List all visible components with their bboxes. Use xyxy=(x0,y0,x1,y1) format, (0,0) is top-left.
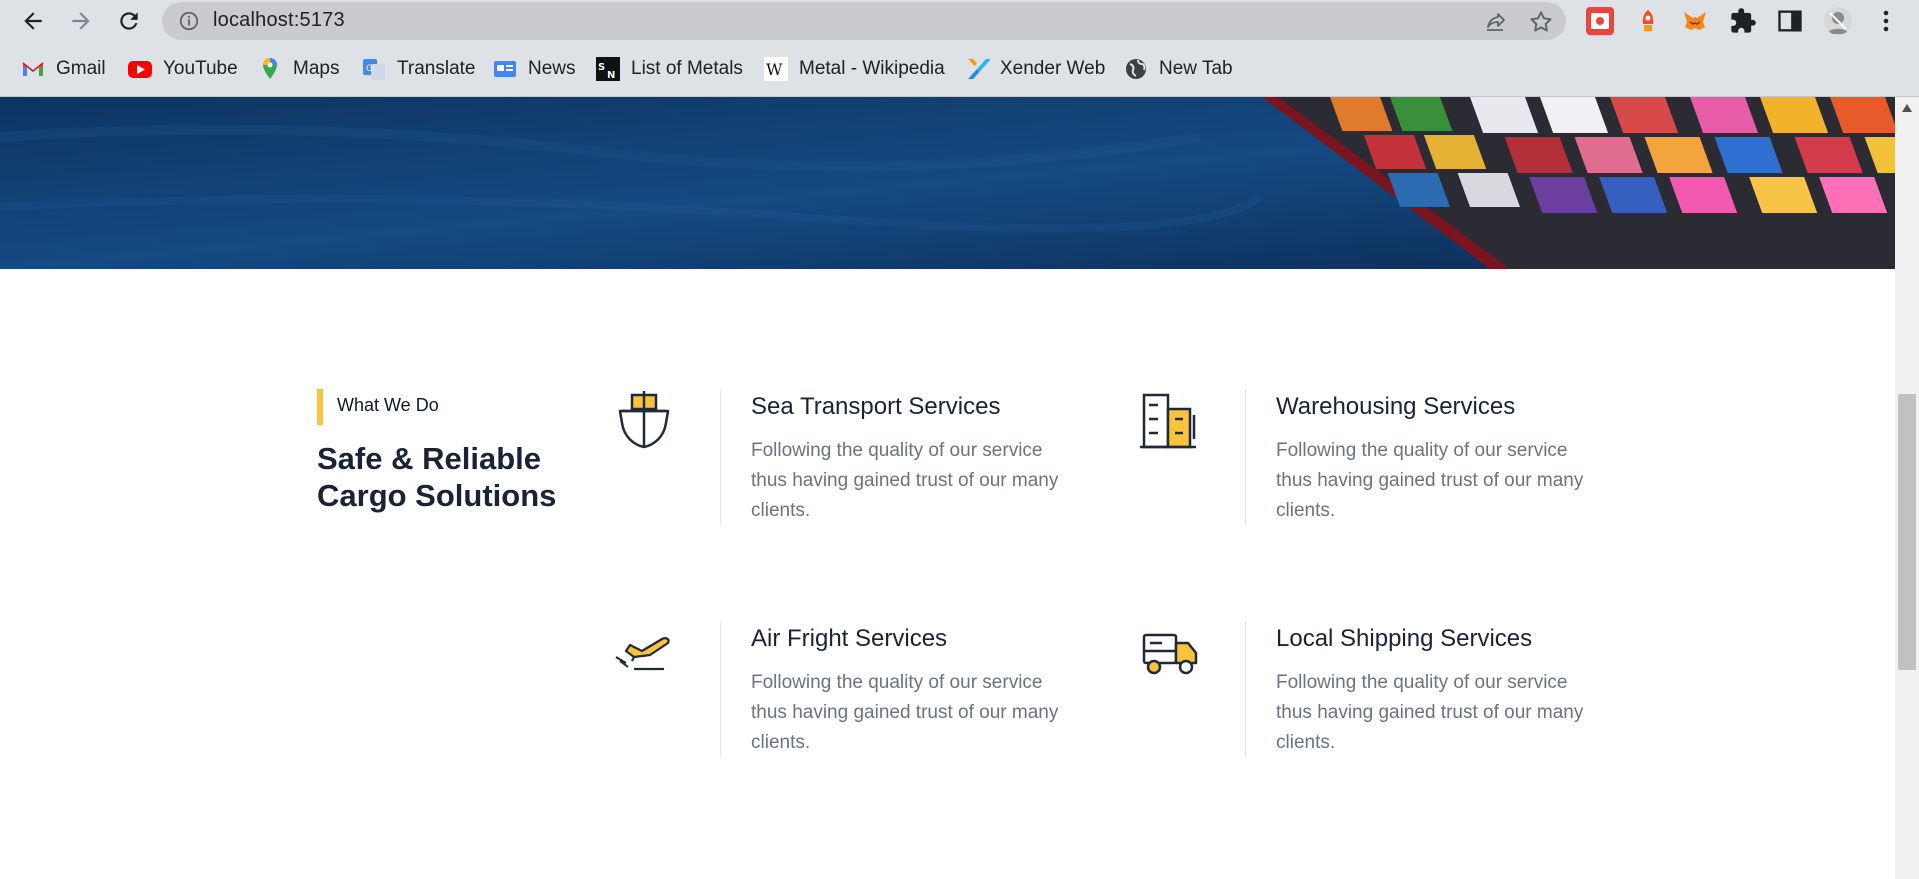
service-title: Sea Transport Services xyxy=(751,393,1001,420)
section-heading: Safe & Reliable Cargo Solutions xyxy=(317,441,557,513)
bookmark-news[interactable]: News xyxy=(492,55,576,83)
bookmark-youtube[interactable]: YouTube xyxy=(127,55,238,83)
maps-icon xyxy=(257,56,283,82)
service-divider xyxy=(720,621,721,757)
svg-text:G: G xyxy=(366,64,373,74)
bookmark-xender-web[interactable]: Xender Web xyxy=(964,55,1105,83)
bookmark-translate[interactable]: G Translate xyxy=(361,55,476,83)
service-title: Local Shipping Services xyxy=(1276,625,1533,652)
cargo-ship-image xyxy=(0,97,1895,269)
back-button[interactable] xyxy=(18,6,48,36)
service-title: Air Fright Services xyxy=(751,625,948,652)
metamask-fox-icon[interactable] xyxy=(1681,7,1709,35)
extensions-puzzle-icon[interactable] xyxy=(1729,7,1757,35)
news-icon xyxy=(492,56,518,82)
hero-image xyxy=(0,97,1895,269)
more-menu-icon[interactable] xyxy=(1876,8,1896,34)
wikipedia-icon: W xyxy=(763,56,789,82)
extension-picture-icon[interactable] xyxy=(1586,7,1614,35)
profile-avatar[interactable] xyxy=(1824,7,1852,35)
section-tag-label: What We Do xyxy=(337,395,439,415)
sn-icon: SN xyxy=(595,56,621,82)
bookmark-maps[interactable]: Maps xyxy=(257,55,339,83)
reload-icon xyxy=(120,12,138,30)
svg-text:W: W xyxy=(766,60,783,79)
info-icon[interactable] xyxy=(178,10,200,32)
truck-icon xyxy=(1138,621,1202,685)
bookmark-list-of-metals[interactable]: SN List of Metals xyxy=(595,55,743,83)
service-description: Following the quality of our service thu… xyxy=(751,440,1059,521)
reload-button[interactable] xyxy=(114,6,144,36)
bookmarks-bar: Gmail YouTube Maps G Translate News SN L… xyxy=(0,42,1919,97)
side-panel-icon[interactable] xyxy=(1776,7,1804,35)
url-text[interactable]: localhost:5173 xyxy=(213,9,345,32)
service-divider xyxy=(720,389,721,525)
extension-rocket-icon[interactable] xyxy=(1634,7,1662,35)
forward-button[interactable] xyxy=(66,6,96,36)
service-divider xyxy=(1245,389,1246,525)
arrow-left-icon xyxy=(24,12,42,30)
gmail-icon xyxy=(20,56,46,82)
page-scrollbar[interactable] xyxy=(1895,97,1919,879)
airplane-icon xyxy=(612,621,676,685)
scrollbar-thumb[interactable] xyxy=(1898,394,1916,670)
ship-icon xyxy=(612,389,676,453)
warehouse-icon xyxy=(1138,389,1202,453)
page-viewport: What We Do Safe & Reliable Cargo Solutio… xyxy=(0,97,1895,879)
scroll-up-arrow-icon[interactable] xyxy=(1901,103,1913,113)
bookmark-star-icon[interactable] xyxy=(1528,9,1554,35)
xender-icon xyxy=(964,56,990,82)
bookmark-gmail[interactable]: Gmail xyxy=(20,55,106,83)
service-description: Following the quality of our service thu… xyxy=(751,672,1059,753)
youtube-icon xyxy=(127,56,153,82)
service-description: Following the quality of our service thu… xyxy=(1276,672,1584,753)
browser-toolbar: localhost:5173 xyxy=(0,0,1919,42)
arrow-right-icon xyxy=(72,12,90,30)
svg-text:S: S xyxy=(598,62,605,73)
service-divider xyxy=(1245,621,1246,757)
svg-text:N: N xyxy=(607,70,615,81)
globe-icon xyxy=(1123,56,1149,82)
accent-bar xyxy=(317,389,323,425)
address-bar[interactable]: localhost:5173 xyxy=(162,2,1566,40)
bookmark-new-tab[interactable]: New Tab xyxy=(1123,55,1233,83)
service-title: Warehousing Services xyxy=(1276,393,1516,420)
bookmark-metal-wikipedia[interactable]: W Metal - Wikipedia xyxy=(763,55,945,83)
share-icon[interactable] xyxy=(1484,10,1508,34)
translate-icon: G xyxy=(361,56,387,82)
service-description: Following the quality of our service thu… xyxy=(1276,440,1584,521)
